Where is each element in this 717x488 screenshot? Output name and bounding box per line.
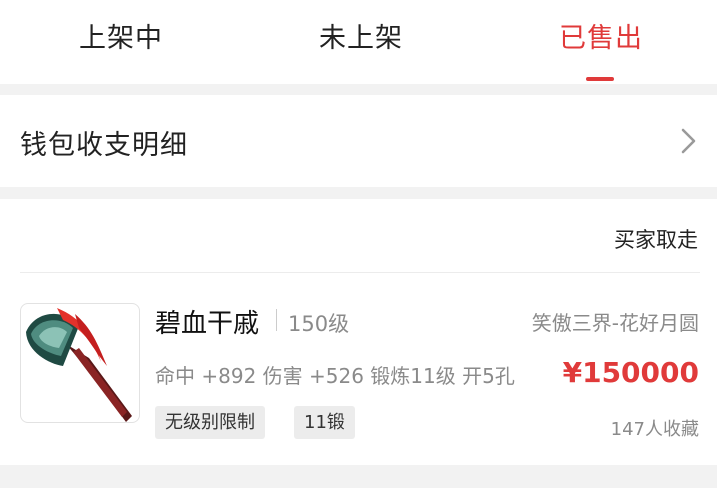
tag-level-requirement: 无级别限制 [155, 406, 265, 439]
item-stats: 命中 +892 伤害 +526 锻炼11级 开5孔 [155, 364, 515, 388]
server-name: 笑傲三界-花好月圆 [531, 311, 699, 335]
wallet-details-label: 钱包收支明细 [20, 130, 188, 161]
tab-sold[interactable]: 已售出 [559, 16, 643, 55]
axe-icon [26, 308, 132, 422]
wallet-details-row[interactable]: 钱包收支明细 [0, 95, 717, 187]
order-status: 买家取走 [614, 228, 698, 252]
tab-bar: 上架中 未上架 已售出 [0, 0, 717, 84]
item-name: 碧血干戚 [155, 309, 260, 339]
tag-forge-level: 11锻 [294, 406, 355, 439]
item-level: 150级 [288, 312, 350, 336]
tab-on-sale[interactable]: 上架中 [79, 16, 163, 55]
active-tab-indicator [586, 77, 614, 81]
divider [20, 272, 700, 273]
name-level-separator [276, 309, 277, 331]
favorites-count: 147人收藏 [610, 419, 699, 440]
tab-not-listed[interactable]: 未上架 [319, 16, 403, 55]
chevron-right-icon [681, 128, 696, 154]
item-price: ¥150000 [562, 356, 699, 389]
item-thumbnail[interactable] [20, 303, 140, 423]
